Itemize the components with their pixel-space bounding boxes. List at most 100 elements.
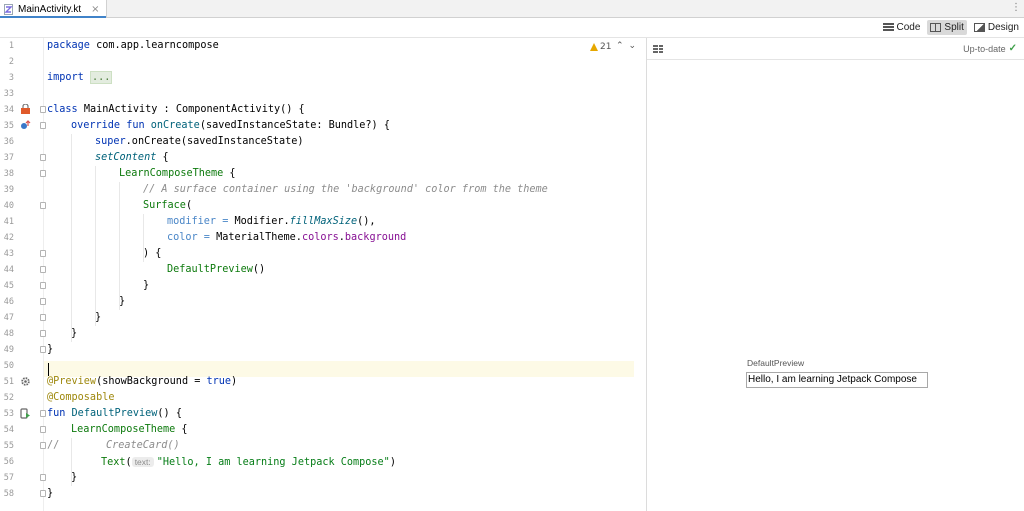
keyword: fun (47, 408, 72, 419)
code-text: MaterialTheme. (216, 232, 302, 243)
deploy-preview-icon[interactable] (20, 408, 31, 419)
code-line-43: ) { (143, 246, 161, 262)
keyword: import (47, 72, 90, 83)
line-number: 35 (3, 121, 14, 131)
line-number: 44 (3, 265, 14, 275)
code-text: ( (125, 457, 132, 468)
line-number: 40 (3, 201, 14, 211)
composable-call: LearnComposeTheme (71, 424, 176, 435)
keyword: package (47, 40, 97, 51)
line-number: 34 (3, 105, 14, 115)
line-number: 43 (3, 249, 14, 259)
warning-navigation[interactable]: ⌃⌄ (616, 41, 641, 51)
preview-status: Up-to-date ✓ (963, 43, 1017, 54)
code-line-45: } (143, 278, 149, 294)
code-line-57: } (71, 470, 77, 486)
split-mode-label: Split (944, 22, 964, 33)
run-class-icon[interactable] (20, 103, 31, 115)
split-view-icon (930, 23, 942, 32)
string-literal: "Hello, I am learning Jetpack Compose" (156, 457, 390, 468)
code-line-55: // (47, 438, 59, 454)
code-line-35: override fun onCreate(savedInstanceState… (71, 118, 390, 134)
line-number: 49 (3, 345, 14, 355)
line-number: 41 (3, 217, 14, 227)
view-mode-toolbar: Code Split Design (0, 18, 1024, 38)
code-line-36: super.onCreate(savedInstanceState) (95, 134, 304, 150)
code-line-44: DefaultPreview() (167, 262, 265, 278)
line-number: 58 (3, 489, 14, 499)
code-line-51: @Preview(showBackground = true) (47, 374, 237, 390)
code-line-38: LearnComposeTheme { (119, 166, 236, 182)
indent-guide (71, 134, 72, 342)
code-line-39: // A surface container using the 'backgr… (143, 182, 548, 198)
code-lines-icon (882, 23, 894, 32)
warning-icon (590, 43, 598, 51)
layers-icon[interactable] (653, 45, 663, 54)
line-number: 42 (3, 233, 14, 243)
line-number: 55 (3, 441, 14, 451)
line-number: 39 (3, 185, 14, 195)
line-number: 54 (3, 425, 14, 435)
tab-options-icon[interactable]: ⋮ (1011, 2, 1021, 13)
code-text: : ComponentActivity() { (157, 104, 305, 115)
line-number: 38 (3, 169, 14, 179)
line-number: 1 (8, 41, 14, 51)
code-line-46: } (119, 294, 125, 310)
function-name: onCreate (150, 120, 200, 131)
code-text: { (175, 424, 188, 435)
code-line-42: color = MaterialTheme.colors.background (167, 230, 406, 246)
folded-imports[interactable]: ... (89, 71, 113, 84)
code-line-47: } (95, 310, 101, 326)
function-call: setContent (95, 152, 157, 163)
function-name: DefaultPreview (71, 408, 158, 419)
preview-settings-gear-icon[interactable] (20, 376, 31, 387)
line-number: 56 (3, 457, 14, 467)
comment: // A surface container using the 'backgr… (143, 184, 548, 195)
composable-call: Text (101, 457, 126, 468)
next-warning-icon[interactable]: ⌄ (629, 41, 642, 51)
line-number: 36 (3, 137, 14, 147)
code-text: } (143, 280, 150, 291)
code-text: (), (357, 216, 376, 227)
code-line-54: LearnComposeTheme { (71, 422, 188, 438)
warning-count: 21 (600, 42, 612, 52)
code-line-34: class MainActivity : ComponentActivity()… (47, 102, 305, 118)
code-text-area[interactable]: package com.app.learncompose import ... … (44, 38, 640, 511)
override-method-icon[interactable] (20, 120, 31, 131)
line-number: 57 (3, 473, 14, 483)
code-line-56: Text(text: "Hello, I am learning Jetpack … (101, 454, 396, 470)
code-text: (showBackground = (96, 376, 207, 387)
code-text: () { (157, 408, 182, 419)
line-number: 52 (3, 393, 14, 403)
split-mode-button[interactable]: Split (927, 20, 967, 35)
code-text: ) (231, 376, 238, 387)
keyword: class (47, 104, 84, 115)
code-line-55-body: CreateCard() (106, 438, 180, 454)
code-line-48: } (71, 326, 77, 342)
rendered-preview[interactable]: Hello, I am learning Jetpack Compose (746, 372, 928, 388)
design-mode-button[interactable]: Design (971, 20, 1022, 35)
annotation: @Preview (47, 376, 97, 387)
code-line-53: fun DefaultPreview() { (47, 406, 182, 422)
code-line-1: package com.app.learncompose (47, 38, 219, 54)
tab-label: MainActivity.kt (18, 3, 82, 15)
code-line-37: setContent { (95, 150, 169, 166)
named-argument: color = (167, 232, 217, 243)
code-text: } (47, 488, 54, 499)
code-text: ) { (143, 248, 162, 259)
line-number: 45 (3, 281, 14, 291)
line-number: 2 (8, 57, 14, 67)
parameter-hint: text: (131, 457, 154, 467)
code-line-41: modifier = Modifier.fillMaxSize(), (167, 214, 376, 230)
code-text: ) (389, 457, 396, 468)
code-mode-button[interactable]: Code (880, 20, 924, 35)
composable-call: DefaultPreview (167, 264, 253, 275)
tab-mainactivity[interactable]: MainActivity.kt × (0, 0, 107, 19)
previous-warning-icon[interactable]: ⌃ (616, 41, 629, 51)
code-text: ( (185, 200, 193, 211)
close-icon[interactable]: × (91, 4, 99, 15)
compose-preview-pane: Up-to-date ✓ DefaultPreview Hello, I am … (646, 38, 1024, 511)
inspection-warnings[interactable]: 21 (590, 42, 611, 52)
code-editor[interactable]: 1 2 3 33 34 35 36 37 38 39 40 41 42 43 4… (0, 38, 640, 511)
property: colors (301, 232, 339, 243)
